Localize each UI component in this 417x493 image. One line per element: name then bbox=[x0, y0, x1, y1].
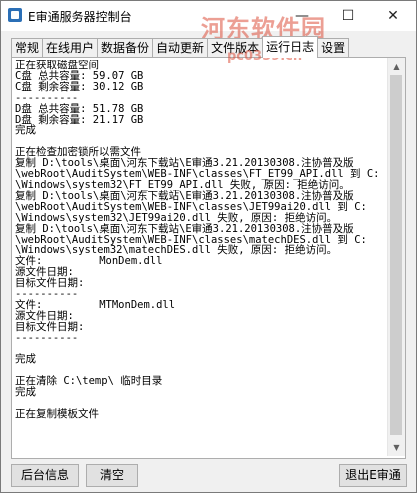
title-bar: E审通服务器控制台 河东软件园 — ☐ ✕ bbox=[1, 1, 416, 43]
backend-info-button[interactable]: 后台信息 bbox=[11, 464, 79, 487]
log-text: 正在获取磁盘空间 C盘 总共容量: 59.07 GB C盘 剩余容量: 30.12 … bbox=[15, 60, 385, 454]
window-title: E审通服务器控制台 bbox=[28, 10, 132, 24]
exit-button[interactable]: 退出E审通 bbox=[339, 464, 407, 487]
log-line: \Windows\system32\JET99ai20.dll 失败, 原因: … bbox=[15, 211, 338, 224]
main-window: E审通服务器控制台 河东软件园 — ☐ ✕ 常规 在线用户 数据备份 自动更新 文件版本… bbox=[0, 0, 417, 493]
tab-0[interactable]: 常规 bbox=[11, 38, 44, 58]
tab-5[interactable]: 运行日志 bbox=[262, 36, 319, 58]
minimize-button[interactable]: — bbox=[279, 1, 325, 30]
log-line: 复制 D:\tools\桌面\河东下载站\E审通3.21.20130308.注协… bbox=[15, 222, 354, 235]
app-icon bbox=[8, 8, 22, 22]
tab-2[interactable]: 数据备份 bbox=[97, 38, 154, 58]
clear-button[interactable]: 清空 bbox=[86, 464, 138, 487]
log-line: ---------- bbox=[15, 331, 79, 344]
log-line: ---------- bbox=[15, 91, 79, 104]
log-line: 完成 bbox=[15, 124, 36, 137]
log-line: 完成 bbox=[15, 353, 36, 366]
maximize-button[interactable]: ☐ bbox=[325, 1, 371, 30]
log-line: 正在清除 C:\temp\ 临时目录 bbox=[15, 375, 163, 388]
vertical-scrollbar[interactable]: ▲ ▼ bbox=[387, 58, 405, 456]
close-button[interactable]: ✕ bbox=[370, 1, 416, 30]
log-line: 完成 bbox=[15, 386, 36, 399]
log-line: D盘 剩余容量: 21.17 GB bbox=[15, 113, 144, 126]
log-line: 正在复制模板文件 bbox=[15, 408, 99, 420]
scroll-thumb[interactable] bbox=[390, 75, 402, 435]
log-line: D盘 总共容量: 51.78 GB bbox=[15, 102, 144, 115]
tab-bar: 常规 在线用户 数据备份 自动更新 文件版本 运行日志 设置 bbox=[11, 36, 350, 58]
tab-1[interactable]: 在线用户 bbox=[42, 38, 99, 58]
scroll-down-icon[interactable]: ▼ bbox=[388, 439, 405, 456]
tab-3[interactable]: 自动更新 bbox=[152, 38, 209, 58]
tab-6[interactable]: 设置 bbox=[317, 38, 350, 58]
scroll-up-icon[interactable]: ▲ bbox=[388, 58, 405, 75]
log-panel: 正在获取磁盘空间 C盘 总共容量: 59.07 GB C盘 剩余容量: 30.12 … bbox=[11, 57, 406, 459]
